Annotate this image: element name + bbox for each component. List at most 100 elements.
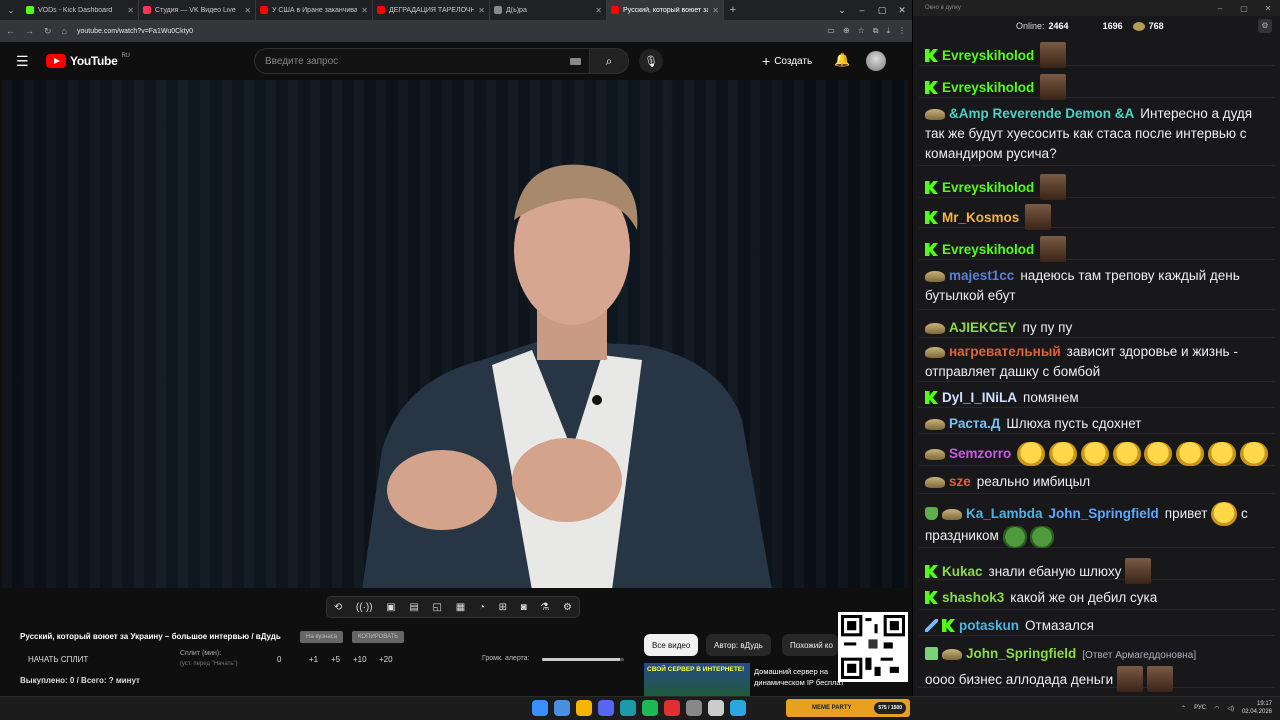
chat-username[interactable]: Evreyskiholod: [942, 80, 1034, 95]
steam-icon[interactable]: [620, 700, 636, 716]
discord-icon[interactable]: [598, 700, 614, 716]
notifications-bell-icon[interactable]: 🔔: [834, 52, 850, 68]
language-indicator[interactable]: РУС: [1194, 705, 1206, 711]
forward-icon[interactable]: →: [25, 26, 34, 36]
tab-close-icon[interactable]: ✕: [127, 6, 134, 15]
reload-icon[interactable]: ↻: [44, 26, 52, 37]
chat-username[interactable]: Evreyskiholod: [942, 242, 1034, 257]
chat-username[interactable]: Semzorro: [949, 446, 1011, 461]
minimize-icon[interactable]: –: [852, 5, 872, 16]
tab-close-icon[interactable]: ✕: [478, 6, 485, 15]
split-step-10[interactable]: +10: [353, 655, 367, 664]
maximize-icon[interactable]: ▢: [872, 5, 892, 16]
recommendation-title[interactable]: Домашний сервер на динамическом IP беспл…: [754, 666, 844, 688]
browser-tab[interactable]: Д(ь)ра ✕: [490, 0, 607, 20]
bookmark-star-icon[interactable]: ☆: [858, 26, 865, 36]
create-button[interactable]: + Создать: [762, 53, 812, 69]
chat-settings-icon[interactable]: ⚙: [1258, 19, 1272, 33]
chat-username[interactable]: AJIEKCEY: [949, 320, 1017, 335]
kick-badge-icon: [925, 81, 938, 94]
browser-tab[interactable]: Студия — VK Видео Live ✕: [139, 0, 256, 20]
chat-close-icon[interactable]: ✕: [1256, 4, 1280, 13]
tab-close-icon[interactable]: ✕: [361, 6, 368, 15]
hamburger-menu-icon[interactable]: ☰: [16, 53, 30, 70]
pill-label[interactable]: На вузнаса: [300, 631, 344, 643]
new-tab-button[interactable]: +: [724, 4, 742, 16]
browser-icon[interactable]: [576, 700, 592, 716]
tab-list-icon[interactable]: ⌄: [0, 0, 22, 20]
tab-close-icon[interactable]: ✕: [244, 6, 251, 15]
telegram-icon[interactable]: [730, 700, 746, 716]
browser-tab[interactable]: Русский, который воюет за ✕: [607, 0, 724, 20]
split-step-0[interactable]: 0: [277, 655, 281, 664]
chat-username[interactable]: Dyl_I_INiLA: [942, 390, 1017, 405]
chat-maximize-icon[interactable]: ▢: [1232, 4, 1256, 13]
chat-text: привет: [1164, 506, 1208, 521]
url-field[interactable]: youtube.com/watch?v=Fa1Wu0Ckty0: [77, 28, 193, 35]
region-label: RU: [121, 53, 130, 59]
extensions-icon[interactable]: ⧉: [873, 26, 879, 36]
split-step-5[interactable]: +5: [331, 655, 340, 664]
chat-username[interactable]: Evreyskiholod: [942, 48, 1034, 63]
back-icon[interactable]: ←: [6, 26, 15, 36]
filter-similar[interactable]: Похожий ко: [782, 634, 838, 656]
split-min-hint: (уст. перед "Начать"): [180, 661, 238, 667]
chat-text: знали ебаную шлюху: [988, 564, 1122, 579]
cast-icon[interactable]: ▭: [827, 26, 835, 36]
app-red-icon[interactable]: [664, 700, 680, 716]
chat-minimize-icon[interactable]: –: [1208, 4, 1232, 13]
chat-username[interactable]: Mr_Kosmos: [942, 210, 1019, 225]
chat-username[interactable]: Kukac: [942, 564, 983, 579]
tray-chevron-icon[interactable]: ⌃: [1181, 705, 1186, 712]
zoom-icon[interactable]: ⊕: [843, 26, 850, 36]
split-step-1[interactable]: +1: [309, 655, 318, 664]
meme-party-widget[interactable]: MEME PARTY 575 / 1500: [786, 699, 910, 717]
chat-username[interactable]: Evreyskiholod: [942, 180, 1034, 195]
youtube-logo[interactable]: YouTube RU: [46, 53, 130, 68]
wifi-icon[interactable]: ◠: [1214, 705, 1219, 712]
chat-username[interactable]: potaskun: [959, 618, 1019, 633]
start-icon[interactable]: [532, 700, 548, 716]
chat-username[interactable]: Раста.Д: [949, 416, 1000, 431]
chat-mention[interactable]: John_Springfield: [1049, 506, 1159, 521]
filter-author[interactable]: Автор: вДудь: [706, 634, 771, 656]
chat-username[interactable]: shashok3: [942, 590, 1004, 605]
video-player[interactable]: [2, 80, 908, 588]
recommendation-thumbnail[interactable]: СВОЙ СЕРВЕР В ИНТЕРНЕТЕ!: [644, 663, 750, 696]
search-button[interactable]: ⌕: [589, 48, 629, 74]
close-window-icon[interactable]: ✕: [892, 5, 912, 16]
browser-tab[interactable]: У США в Иране заканчиваются✕: [256, 0, 373, 20]
voice-search-icon[interactable]: 🎙: [639, 49, 663, 73]
explorer-icon[interactable]: [708, 700, 724, 716]
tab-favicon: [260, 6, 268, 14]
tab-search-icon[interactable]: ⌄: [832, 5, 852, 16]
home-icon[interactable]: ⌂: [62, 26, 67, 36]
keyboard-icon[interactable]: [570, 58, 581, 65]
volume-icon[interactable]: ◁): [1227, 705, 1234, 712]
chat-username[interactable]: &Amp Reverende Demon &A: [949, 106, 1134, 121]
app-grey-icon[interactable]: [686, 700, 702, 716]
filter-all-videos[interactable]: Все видео: [644, 634, 699, 656]
browser-tab[interactable]: ДЕГРАДАЦИЯ ТАРЕЛОЧНИЦ ✕: [373, 0, 490, 20]
chat-username[interactable]: нагревательный: [949, 344, 1061, 359]
browser-tab[interactable]: VODs - Kick Dashboard ✕: [22, 0, 139, 20]
download-icon[interactable]: ⤓: [886, 26, 890, 36]
chat-username[interactable]: sze: [949, 474, 971, 489]
alert-volume-slider[interactable]: [542, 658, 624, 661]
avatar[interactable]: [866, 51, 886, 71]
split-step-20[interactable]: +20: [379, 655, 393, 664]
chat-username[interactable]: majest1cc: [949, 268, 1014, 283]
clock[interactable]: 19:17 02.04.2026: [1242, 700, 1272, 716]
search-taskbar-icon[interactable]: [554, 700, 570, 716]
tab-close-icon[interactable]: ✕: [712, 6, 719, 15]
chat-message: Mr_Kosmos: [919, 200, 1275, 230]
chat-username[interactable]: John_Springfield: [966, 646, 1076, 661]
copy-button[interactable]: КОПИРОВАТЬ: [352, 631, 405, 643]
start-split-button[interactable]: НАЧАТЬ СПЛИТ: [28, 655, 88, 664]
menu-icon[interactable]: ⋮: [898, 26, 906, 36]
search-input[interactable]: Введите запрос: [254, 48, 590, 74]
chat-username[interactable]: Ka_Lambda: [966, 506, 1043, 521]
chat-text: оооо бизнес аллодада деньги: [925, 672, 1114, 687]
spotify-icon[interactable]: [642, 700, 658, 716]
tab-close-icon[interactable]: ✕: [595, 6, 602, 15]
